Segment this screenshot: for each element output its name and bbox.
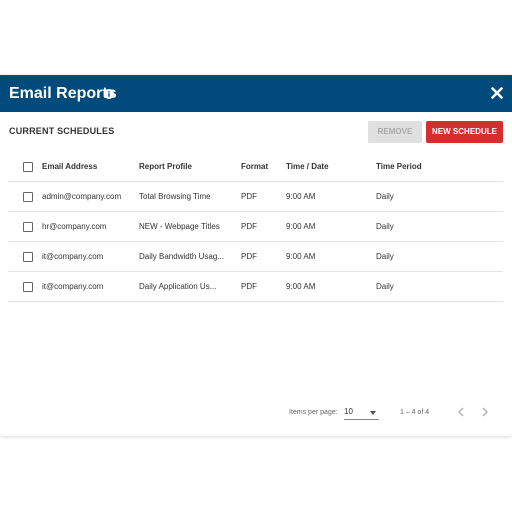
period-cell: Daily (376, 282, 394, 291)
dialog-title: Email Reports (9, 85, 117, 102)
row-checkbox[interactable] (23, 222, 33, 232)
page-range-label: 1 – 4 of 4 (400, 409, 430, 416)
table-row[interactable]: hr@company.com NEW - Webpage Titles PDF … (8, 212, 503, 242)
items-per-page-select[interactable]: 10 (344, 407, 379, 420)
format-cell: PDF (241, 222, 257, 231)
profile-cell: Total Browsing Time (139, 192, 211, 201)
row-checkbox[interactable] (23, 192, 33, 202)
column-header-profile[interactable]: Report Profile (139, 152, 229, 181)
email-cell: hr@company.com (42, 222, 107, 231)
profile-cell: Daily Application Us... (139, 282, 217, 291)
table-row[interactable]: it@company.com Daily Application Us... P… (8, 272, 503, 302)
caret-down-icon (370, 411, 376, 415)
time-cell: 9:00 AM (286, 192, 316, 201)
email-cell: admin@company.com (42, 192, 122, 201)
format-cell: PDF (241, 252, 257, 261)
new-schedule-button[interactable]: NEW SCHEDULE (426, 121, 503, 143)
time-cell: 9:00 AM (286, 252, 316, 261)
email-cell: it@company.com (42, 252, 104, 261)
items-per-page-label: Items per page: (289, 409, 338, 416)
profile-cell: Daily Bandwidth Usag... (139, 252, 224, 261)
profile-cell: NEW - Webpage Titles (139, 222, 220, 231)
column-header-email[interactable]: Email Address (42, 152, 134, 181)
email-cell: it@company.com (42, 282, 104, 291)
period-cell: Daily (376, 252, 394, 261)
paginator: Items per page: 10 1 – 4 of 4 (0, 405, 512, 425)
row-checkbox[interactable] (23, 252, 33, 262)
schedules-table: Email Address Report Profile Format Time… (8, 152, 503, 302)
column-header-format[interactable]: Format (241, 152, 277, 181)
items-per-page-value: 10 (344, 407, 353, 416)
chevron-left-icon[interactable] (456, 406, 466, 418)
remove-button[interactable]: REMOVE (368, 121, 422, 143)
dialog-header: Email Reports (0, 75, 512, 112)
format-cell: PDF (241, 282, 257, 291)
row-checkbox[interactable] (23, 282, 33, 292)
format-cell: PDF (241, 192, 257, 201)
time-cell: 9:00 AM (286, 222, 316, 231)
table-row[interactable]: it@company.com Daily Bandwidth Usag... P… (8, 242, 503, 272)
info-icon[interactable] (104, 89, 114, 99)
time-cell: 9:00 AM (286, 282, 316, 291)
section-title: CURRENT SCHEDULES (9, 126, 115, 136)
chevron-right-icon[interactable] (480, 406, 490, 418)
email-reports-dialog: Email Reports CURRENT SCHEDULES REMOVE N… (0, 75, 512, 436)
period-cell: Daily (376, 222, 394, 231)
column-header-period[interactable]: Time Period (376, 152, 446, 181)
table-row[interactable]: admin@company.com Total Browsing Time PD… (8, 182, 503, 212)
close-icon[interactable] (491, 87, 503, 99)
table-header-row: Email Address Report Profile Format Time… (8, 152, 503, 182)
period-cell: Daily (376, 192, 394, 201)
column-header-time[interactable]: Time / Date (286, 152, 356, 181)
select-all-checkbox[interactable] (23, 162, 33, 172)
